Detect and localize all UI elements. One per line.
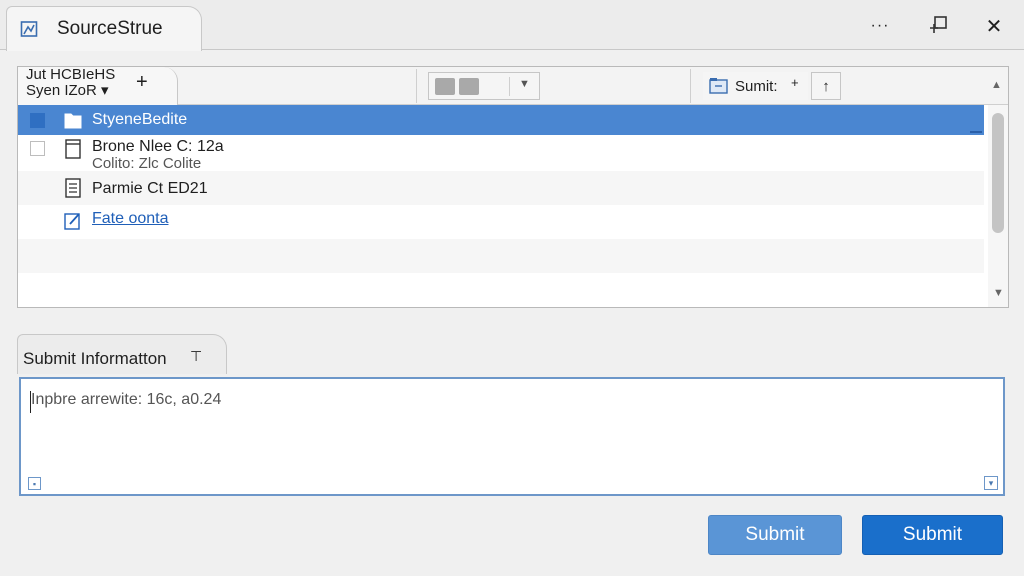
list-item[interactable]: Parmie Ct ED21 <box>18 171 984 205</box>
more-icon: ··· <box>870 17 890 34</box>
list-toolbar: Jut HCBIeHS Syen IZoR ▾ + ▼ Sumit: + ↑ ▲ <box>18 67 1008 105</box>
title-bar: SourceStrue ··· ✕ <box>0 0 1024 51</box>
move-up-button[interactable]: ↑ <box>811 72 841 100</box>
restore-button[interactable] <box>918 10 958 42</box>
scrollbar-thumb[interactable] <box>992 113 1004 233</box>
list-item[interactable]: Fate oonta <box>18 205 984 239</box>
restore-icon <box>930 16 947 33</box>
list-item-link[interactable]: Fate oonta <box>92 210 169 228</box>
submit-tool-label: Sumit: <box>735 78 778 95</box>
edit-icon <box>64 213 80 230</box>
vertical-scrollbar[interactable]: ▼ <box>988 105 1008 307</box>
view-mode-combo[interactable]: ▼ <box>428 72 540 100</box>
filter-tab-dropdown[interactable]: Syen IZoR ▾ <box>26 83 109 98</box>
row-marker <box>970 131 982 133</box>
text-file-icon <box>65 178 81 198</box>
empty-row <box>18 239 984 273</box>
combo-divider <box>509 77 510 96</box>
list-item-subtitle: Colito: Zlc Colite <box>92 155 202 172</box>
list-item[interactable]: StyeneBedite <box>18 105 984 135</box>
empty-row <box>18 273 984 307</box>
folder-icon <box>64 113 82 129</box>
submit-info-input[interactable]: Inpbre arrewite: 16c, a0.24 ▪ ▾ <box>19 377 1005 496</box>
document-icon <box>65 139 81 159</box>
expand-icon[interactable]: ▾ <box>984 476 998 490</box>
chevron-down-icon: ▼ <box>519 78 530 90</box>
folder-upload-icon <box>709 78 728 94</box>
app-icon <box>20 21 38 37</box>
file-list: StyeneBedite Brone Nlee C: 12a Colito: Z… <box>18 105 984 307</box>
format-icon[interactable]: ▪ <box>28 477 41 490</box>
more-options-button[interactable]: ··· <box>860 10 900 42</box>
list-item-label: Brone Nlee C: 12a <box>92 138 224 155</box>
toolbar-divider <box>690 69 691 103</box>
scroll-up-icon[interactable]: ▲ <box>991 79 1002 91</box>
window-title: SourceStrue <box>57 18 163 39</box>
list-item[interactable]: Brone Nlee C: 12a Colito: Zlc Colite <box>18 135 984 172</box>
submit-primary-button[interactable]: Submit <box>862 515 1003 555</box>
row-checkbox[interactable] <box>30 141 45 156</box>
file-list-panel: Jut HCBIeHS Syen IZoR ▾ + ▼ Sumit: + ↑ ▲ <box>17 66 1009 308</box>
submit-tool-button[interactable]: Sumit: + <box>703 72 808 100</box>
submit-info-tab[interactable]: Submit Informatton ⊤ <box>17 334 227 374</box>
submit-info-label: Submit Informatton <box>23 349 167 368</box>
scroll-down-icon[interactable]: ▼ <box>993 287 1004 299</box>
close-button[interactable]: ✕ <box>974 10 1014 42</box>
filter-tab-label: Jut HCBIeHS <box>26 66 116 83</box>
grid-view-icon <box>435 78 455 95</box>
toolbar-divider <box>416 69 417 103</box>
close-icon: ✕ <box>985 15 1003 38</box>
row-checkbox[interactable] <box>30 113 45 128</box>
list-item-label: StyeneBedite <box>92 111 188 128</box>
plus-icon: + <box>791 75 799 90</box>
add-icon[interactable]: + <box>136 72 148 92</box>
list-item-label: Parmie Ct ED21 <box>92 180 208 197</box>
pin-icon[interactable]: ⊤ <box>190 348 202 365</box>
submit-secondary-button[interactable]: Submit <box>708 515 842 555</box>
arrow-up-icon: ↑ <box>822 77 830 95</box>
list-view-icon <box>459 78 479 95</box>
filter-tab[interactable]: Jut HCBIeHS Syen IZoR ▾ + <box>18 67 178 105</box>
submit-info-value: Inpbre arrewite: 16c, a0.24 <box>31 391 222 408</box>
